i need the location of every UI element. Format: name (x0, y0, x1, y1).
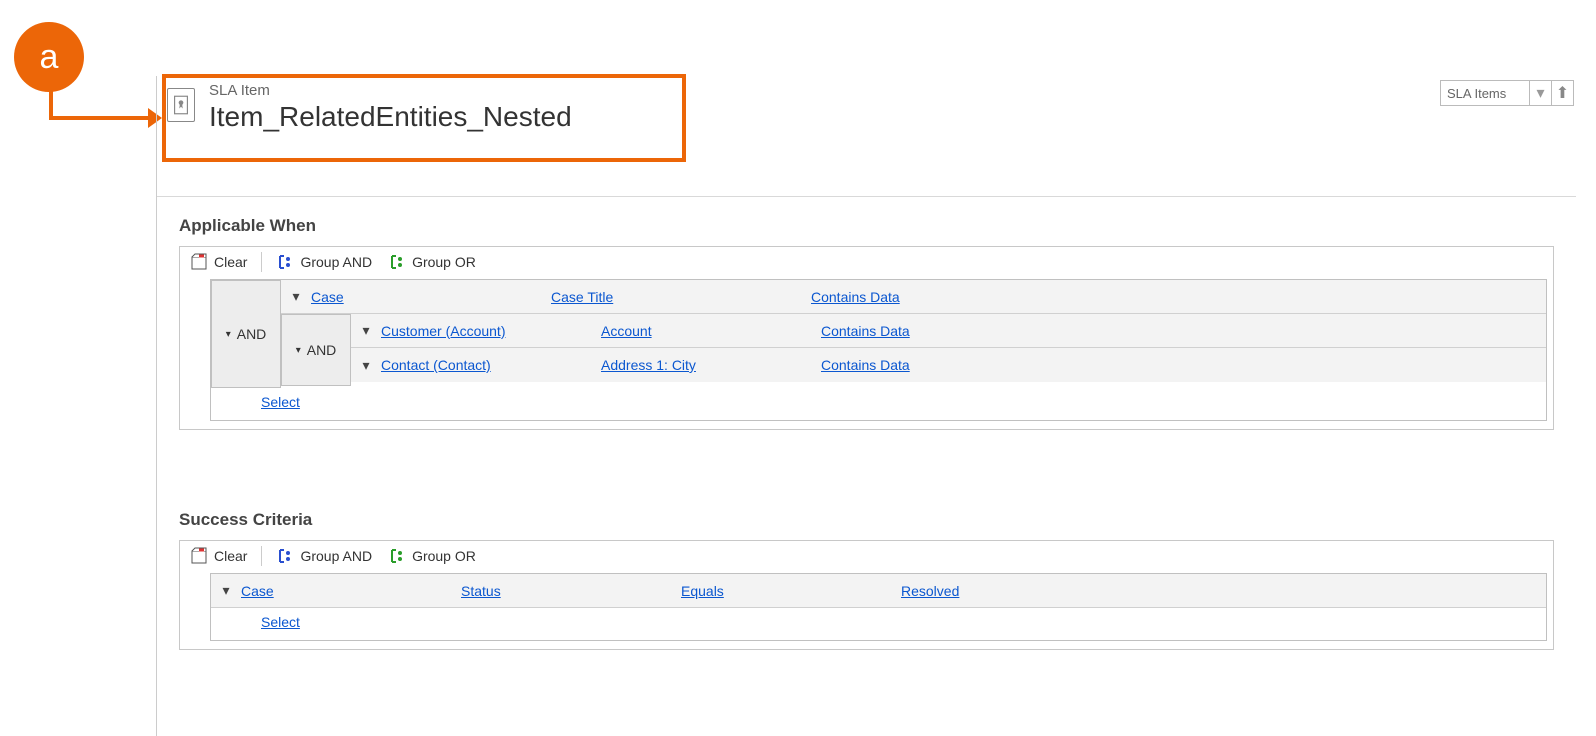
condition-row[interactable]: ▾ Case Case Title Contains Data (281, 280, 1546, 314)
related-select-caret[interactable]: ▾ (1530, 80, 1552, 106)
toolbar-separator (261, 546, 262, 566)
group-and-label: Group AND (300, 548, 372, 564)
group-and-button[interactable]: Group AND (272, 545, 376, 567)
entity-link[interactable]: Case (241, 583, 461, 599)
section-heading: Success Criteria (179, 510, 1554, 530)
section-applicable-when: Applicable When Clear Group AND (179, 216, 1554, 430)
section-success-criteria: Success Criteria Clear Group AND (179, 510, 1554, 650)
rule-block-inner: ▾ Case Status Equals Resolved Select (210, 573, 1547, 641)
entity-type-label: SLA Item (209, 82, 572, 100)
chevron-down-icon[interactable]: ▾ (351, 357, 381, 374)
conditions-panel: Clear Group AND Group OR (179, 246, 1554, 430)
annotation-arrow (51, 116, 154, 120)
group-and-label: Group AND (300, 254, 372, 270)
and-label: AND (237, 326, 267, 342)
field-link[interactable]: Account (601, 323, 821, 339)
rule-block: ▾ AND ▾ Case Case Title Contains Data (210, 279, 1547, 421)
caret-down-icon: ▾ (226, 329, 231, 340)
operator-link[interactable]: Contains Data (821, 323, 1546, 339)
group-and-icon (276, 547, 294, 565)
operator-link[interactable]: Equals (681, 583, 901, 599)
condition-row[interactable]: ▾ Case Status Equals Resolved (211, 574, 1546, 608)
clear-label: Clear (214, 254, 247, 270)
group-or-label: Group OR (412, 548, 476, 564)
record-header: SLA Item Item_RelatedEntities_Nested (157, 76, 1576, 144)
clear-button[interactable]: Clear (186, 251, 251, 273)
rule-block-inner: ▾ AND ▾ Case Case Title Contains Data (210, 279, 1547, 421)
entity-link[interactable]: Customer (Account) (381, 323, 601, 339)
operator-link[interactable]: Contains Data (811, 289, 1546, 305)
select-row: Select (211, 608, 1546, 640)
annotation-badge: a (14, 22, 84, 92)
clear-label: Clear (214, 548, 247, 564)
clear-icon (190, 253, 208, 271)
nav-up-button[interactable]: ⬆ (1552, 80, 1574, 106)
operator-link[interactable]: Contains Data (821, 357, 1546, 373)
group-or-icon (388, 547, 406, 565)
related-records-nav: SLA Items ▾ ⬆ (1440, 80, 1574, 106)
conditions-panel: Clear Group AND Group OR (179, 540, 1554, 650)
clear-icon (190, 547, 208, 565)
arrow-up-icon: ⬆ (1556, 83, 1569, 103)
select-link[interactable]: Select (261, 614, 300, 630)
record-header-text: SLA Item Item_RelatedEntities_Nested (209, 82, 572, 134)
group-and-icon (276, 253, 294, 271)
and-operator-inner[interactable]: ▾ AND (281, 314, 351, 386)
certificate-icon (174, 95, 188, 115)
rule-block: ▾ Case Status Equals Resolved Select (210, 573, 1547, 641)
and-group-inner: ▾ AND ▾ Customer (Account) Accou (281, 314, 1546, 386)
field-link[interactable]: Case Title (551, 289, 811, 305)
record-icon (167, 88, 195, 122)
field-link[interactable]: Address 1: City (601, 357, 821, 373)
condition-row[interactable]: ▾ Contact (Contact) Address 1: City Cont… (351, 348, 1546, 382)
entity-link[interactable]: Case (311, 289, 551, 305)
page-root: a SLA Items ▾ ⬆ (0, 0, 1596, 736)
group-or-button[interactable]: Group OR (384, 251, 480, 273)
toolbar-separator (261, 252, 262, 272)
caret-down-icon: ▾ (1536, 83, 1544, 103)
and-group-outer: ▾ AND ▾ Case Case Title Contains Data (211, 280, 1546, 388)
chevron-down-icon[interactable]: ▾ (211, 582, 241, 599)
select-link[interactable]: Select (261, 394, 300, 410)
and-operator-outer[interactable]: ▾ AND (211, 280, 281, 388)
content-area: SLA Items ▾ ⬆ SLA Item Item_RelatedEntit… (156, 76, 1576, 736)
condition-row[interactable]: ▾ Customer (Account) Account Contains Da… (351, 314, 1546, 348)
group-or-icon (388, 253, 406, 271)
chevron-down-icon[interactable]: ▾ (351, 322, 381, 339)
group-or-button[interactable]: Group OR (384, 545, 480, 567)
related-select-label: SLA Items (1447, 86, 1506, 101)
group-and-button[interactable]: Group AND (272, 251, 376, 273)
section-heading: Applicable When (179, 216, 1554, 236)
entity-link[interactable]: Contact (Contact) (381, 357, 601, 373)
and-label: AND (307, 342, 337, 358)
select-row: Select (211, 388, 1546, 420)
chevron-down-icon[interactable]: ▾ (281, 288, 311, 305)
conditions-toolbar: Clear Group AND Group OR (180, 541, 1553, 571)
caret-down-icon: ▾ (296, 345, 301, 356)
conditions-toolbar: Clear Group AND Group OR (180, 247, 1553, 277)
group-or-label: Group OR (412, 254, 476, 270)
related-select[interactable]: SLA Items (1440, 80, 1530, 106)
value-link[interactable]: Resolved (901, 583, 1546, 599)
page-title: Item_RelatedEntities_Nested (209, 100, 572, 134)
divider (157, 196, 1576, 197)
clear-button[interactable]: Clear (186, 545, 251, 567)
field-link[interactable]: Status (461, 583, 681, 599)
